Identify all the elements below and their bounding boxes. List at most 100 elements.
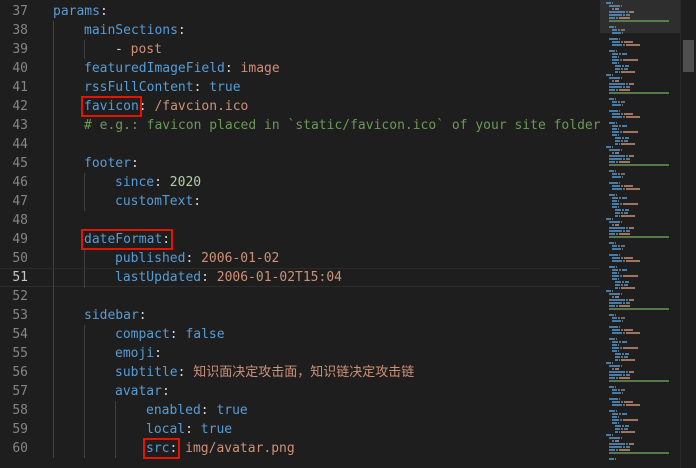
code-line[interactable]: 42 favicon: /favcion.ico <box>0 96 600 117</box>
minimap-line <box>609 398 618 400</box>
code-token: since <box>115 175 155 190</box>
code-token: sidebar <box>84 308 139 323</box>
minimap-line <box>609 227 625 229</box>
minimap-line <box>625 137 629 139</box>
minimap-line <box>615 209 621 211</box>
code-text: src: img/avatar.png <box>142 438 295 459</box>
scrollbar-thumb[interactable] <box>683 40 694 72</box>
code-token: dateFormat <box>84 232 163 247</box>
code-line[interactable]: 56 subtitle: 知识面决定攻击面，知识链决定攻击链 <box>0 363 600 382</box>
code-token: : <box>177 23 186 38</box>
code-line[interactable]: 59 local: true <box>0 420 600 439</box>
minimap-line <box>619 359 620 361</box>
code-line[interactable]: 43 # e.g.: favicon placed in `static/favi… <box>0 116 600 135</box>
minimap-line <box>623 419 638 421</box>
minimap-line <box>609 194 615 196</box>
minimap-line <box>626 332 640 334</box>
minimap-line <box>618 344 619 346</box>
minimap-line <box>618 200 619 202</box>
code-line[interactable]: 39 - post <box>0 40 600 59</box>
minimap-line <box>619 197 621 199</box>
minimap-line <box>612 80 614 82</box>
code-line[interactable]: 49 dateFormat: <box>0 229 600 250</box>
minimap-line <box>616 305 618 307</box>
code-token: true <box>216 403 248 418</box>
code-token: - <box>115 42 131 57</box>
minimap-line <box>609 302 622 304</box>
code-line[interactable]: 55 emoji: <box>0 344 600 363</box>
minimap-line <box>609 92 669 94</box>
minimap-line <box>609 446 622 448</box>
line-number: 49 <box>12 232 28 247</box>
code-line[interactable]: 54 compact: false <box>0 325 600 344</box>
code-line[interactable]: 50 published: 2006-01-02 <box>0 249 600 268</box>
minimap-line <box>625 353 629 355</box>
code-text: dateFormat: <box>80 229 174 250</box>
code-line[interactable]: 37 params: <box>0 2 600 21</box>
code-line[interactable]: 46 since: 2020 <box>0 173 600 192</box>
code-text: sidebar: <box>84 306 147 325</box>
code-line[interactable]: 57 avatar: <box>0 382 600 401</box>
vertical-scrollbar[interactable] <box>680 0 696 468</box>
code-token: lastUpdated <box>115 270 202 285</box>
minimap-line <box>623 446 625 448</box>
minimap-line <box>618 245 620 247</box>
minimap-line <box>618 278 619 280</box>
indent-guide <box>84 40 85 59</box>
code-token: 2006-01-02 <box>201 251 280 266</box>
code-line[interactable]: 41 rssFullContent: true <box>0 78 600 97</box>
minimap-line <box>612 389 617 391</box>
minimap-line <box>626 158 630 160</box>
minimap-line <box>612 116 622 118</box>
minimap-line <box>612 245 617 247</box>
minimap-line <box>622 32 623 34</box>
code-token: : <box>177 365 194 380</box>
code-text: emoji: <box>115 344 162 363</box>
minimap-line <box>612 392 621 394</box>
code-line[interactable]: 47 customText: <box>0 192 600 211</box>
minimap-line <box>619 89 630 91</box>
line-number: 37 <box>12 4 28 19</box>
minimap-line <box>620 347 622 349</box>
code-line[interactable]: 60 src: img/avatar.png <box>0 438 600 459</box>
minimap-line <box>612 29 617 31</box>
minimap-line <box>612 434 613 436</box>
minimap-line <box>612 260 622 262</box>
minimap-line <box>609 11 625 13</box>
code-line[interactable]: 52 <box>0 287 600 306</box>
indent-guide <box>84 192 85 211</box>
code-line[interactable]: 44 <box>0 135 600 154</box>
code-line[interactable]: 48 <box>0 211 600 230</box>
code-line[interactable]: 51 lastUpdated: 2006-01-02T15:04 <box>0 268 600 288</box>
code-line[interactable]: 40 featuredImageField: image <box>0 59 600 78</box>
code-line[interactable]: 53 sidebar: <box>0 306 600 325</box>
minimap-line <box>621 389 625 391</box>
minimap[interactable] <box>600 0 680 468</box>
code-text: avatar: <box>115 382 170 401</box>
minimap-line <box>626 443 628 445</box>
code-editor[interactable]: 37 params: 38 mainSections: 39 - post 40 featur… <box>0 0 600 468</box>
minimap-line <box>612 74 613 76</box>
minimap-line <box>629 299 634 301</box>
minimap-line <box>621 77 622 79</box>
code-line[interactable]: 38 mainSections: <box>0 21 600 40</box>
minimap-line <box>615 242 616 244</box>
code-line[interactable]: 58 enabled: true <box>0 401 600 420</box>
minimap-line <box>609 26 614 28</box>
code-token: customText <box>115 194 194 209</box>
minimap-line <box>612 41 620 43</box>
minimap-line <box>621 185 623 187</box>
code-line[interactable]: 45 footer: <box>0 154 600 173</box>
minimap-line <box>609 14 622 16</box>
minimap-line <box>615 71 618 73</box>
minimap-line <box>622 341 627 343</box>
minimap-line <box>615 152 619 154</box>
minimap-line <box>619 341 621 343</box>
minimap-line <box>612 329 620 331</box>
line-number: 44 <box>12 137 28 152</box>
code-token: : <box>162 232 171 247</box>
code-token: : <box>154 175 170 190</box>
indent-guide <box>115 420 116 439</box>
minimap-line <box>609 305 615 307</box>
indent-guide <box>53 269 54 288</box>
